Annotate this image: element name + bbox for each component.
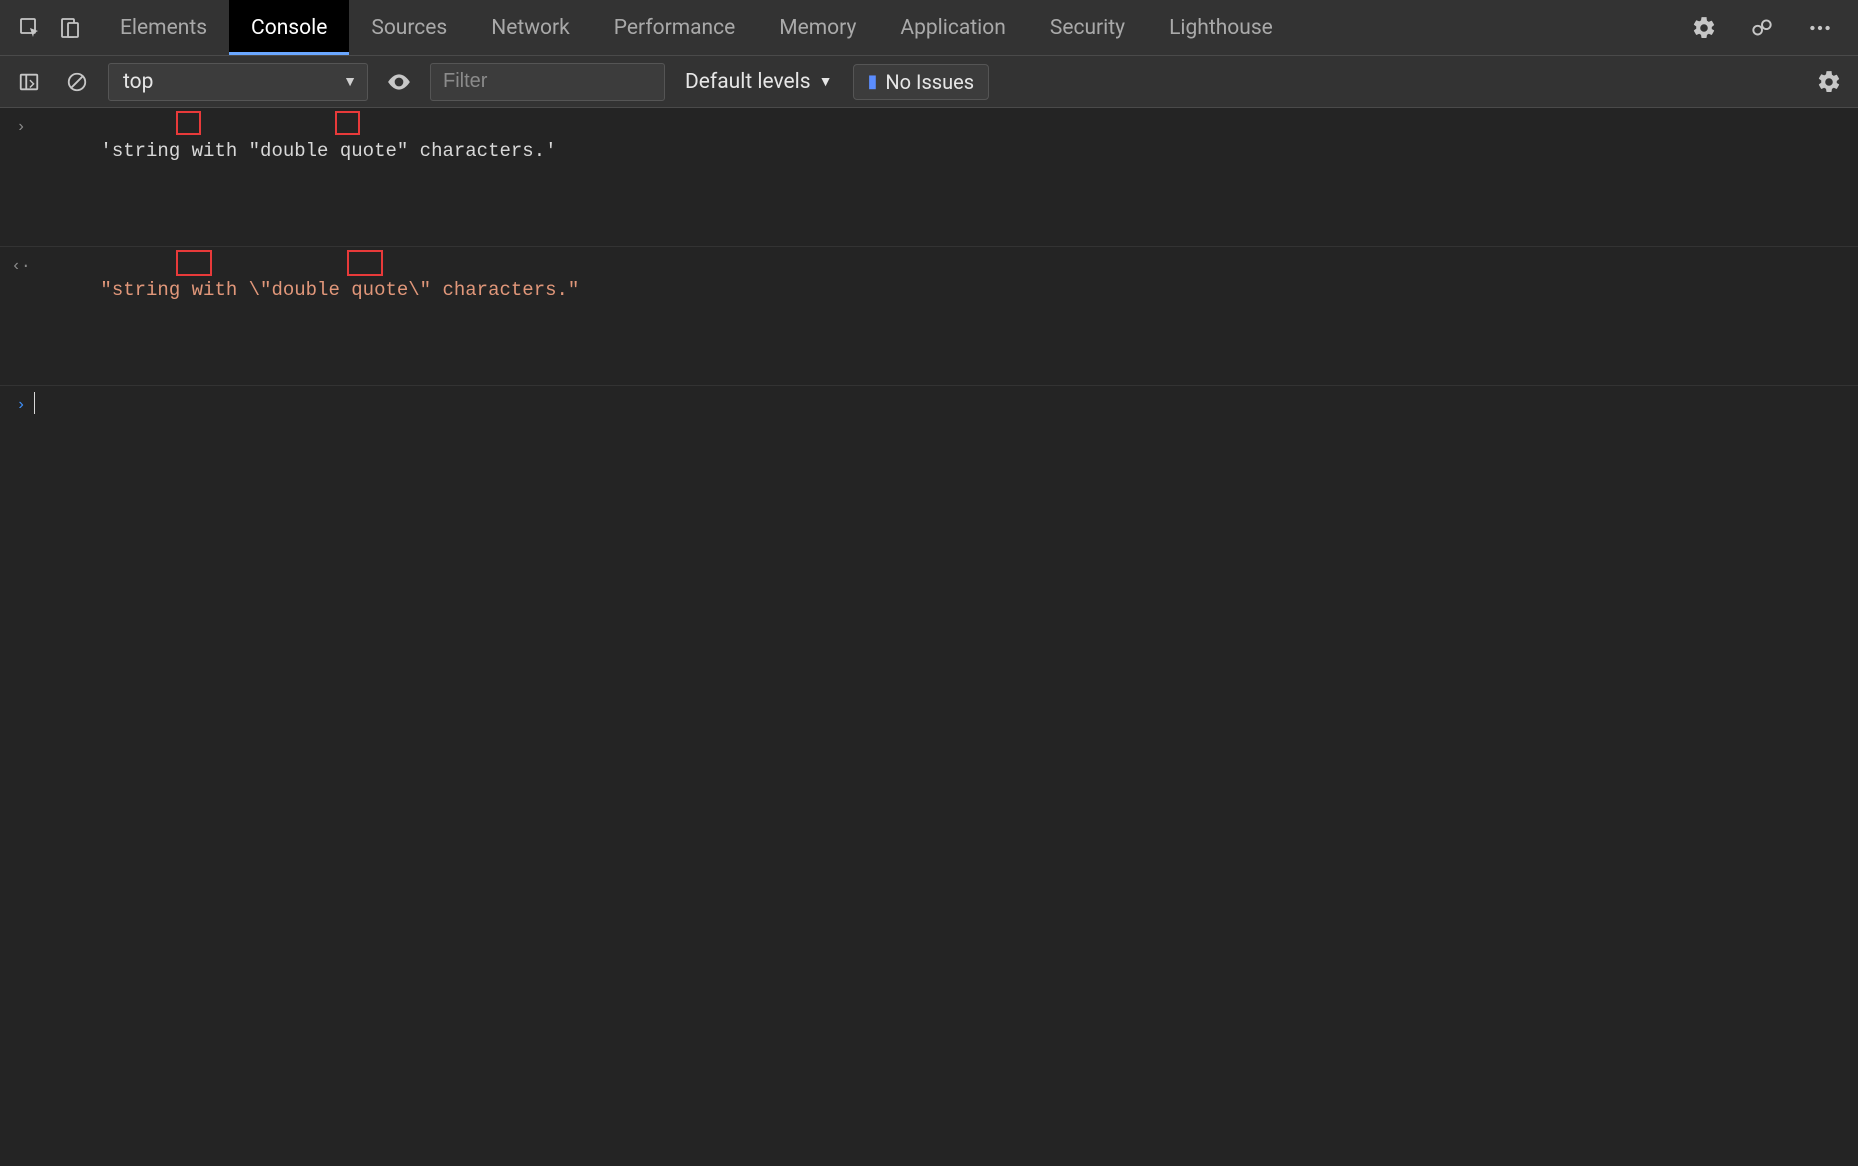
- chevron-down-icon: ▼: [343, 73, 357, 90]
- annotation-box: [335, 111, 360, 135]
- tab-label: Network: [491, 16, 570, 40]
- console-input-text: 'string with "double quote" characters.': [32, 112, 557, 242]
- tab-sources[interactable]: Sources: [349, 0, 469, 55]
- log-levels-dropdown[interactable]: Default levels ▼: [679, 70, 839, 94]
- console-row-input[interactable]: › 'string with "double quote" characters…: [0, 108, 1858, 247]
- annotation-box: [347, 250, 383, 276]
- console-settings-gear-icon[interactable]: [1812, 65, 1846, 99]
- tab-performance[interactable]: Performance: [592, 0, 757, 55]
- tab-label: Console: [251, 16, 327, 40]
- live-expression-eye-icon[interactable]: [382, 65, 416, 99]
- tab-label: Memory: [779, 16, 856, 40]
- tab-label: Performance: [614, 16, 735, 40]
- prompt-chevron-icon: ›: [10, 390, 32, 418]
- filter-input[interactable]: [430, 63, 665, 101]
- tab-label: Application: [900, 16, 1005, 40]
- output-chevron-icon: ‹·: [10, 251, 32, 279]
- tab-memory[interactable]: Memory: [757, 0, 878, 55]
- text-cursor: [34, 392, 35, 414]
- input-chevron-icon: ›: [10, 112, 32, 140]
- customize-icon[interactable]: [1742, 8, 1782, 48]
- log-levels-label: Default levels: [685, 70, 811, 94]
- tabbar-right: [1684, 8, 1848, 48]
- tab-label: Lighthouse: [1169, 16, 1273, 40]
- console-prompt-row[interactable]: ›: [0, 386, 1858, 422]
- settings-gear-icon[interactable]: [1684, 8, 1724, 48]
- console-row-output[interactable]: ‹· "string with \"double quote\" charact…: [0, 247, 1858, 386]
- tab-network[interactable]: Network: [469, 0, 592, 55]
- code-text: 'string with "double quote" characters.': [100, 140, 556, 162]
- more-menu-icon[interactable]: [1800, 8, 1840, 48]
- chevron-down-icon: ▼: [819, 73, 833, 90]
- inspect-element-icon[interactable]: [10, 8, 50, 48]
- console-output-text: "string with \"double quote\" characters…: [32, 251, 579, 381]
- devtools-tabbar: Elements Console Sources Network Perform…: [0, 0, 1858, 56]
- console-prompt-input[interactable]: [32, 390, 35, 416]
- tab-lighthouse[interactable]: Lighthouse: [1147, 0, 1295, 55]
- console-body[interactable]: › 'string with "double quote" characters…: [0, 108, 1858, 422]
- issues-button[interactable]: ▮ No Issues: [853, 64, 990, 100]
- tab-label: Elements: [120, 16, 207, 40]
- issues-chip-icon: ▮: [868, 71, 878, 92]
- clear-console-icon[interactable]: [60, 65, 94, 99]
- toggle-sidebar-icon[interactable]: [12, 65, 46, 99]
- annotation-box: [176, 250, 212, 276]
- tab-label: Sources: [371, 16, 447, 40]
- issues-label: No Issues: [885, 70, 974, 94]
- tab-security[interactable]: Security: [1028, 0, 1147, 55]
- panel-tabs: Elements Console Sources Network Perform…: [98, 0, 1684, 55]
- tab-application[interactable]: Application: [878, 0, 1027, 55]
- device-toggle-icon[interactable]: [50, 8, 90, 48]
- code-text: "string with \"double quote\" characters…: [100, 279, 579, 301]
- tab-label: Security: [1050, 16, 1125, 40]
- context-selector[interactable]: top ▼: [108, 63, 368, 101]
- console-toolbar: top ▼ Default levels ▼ ▮ No Issues: [0, 56, 1858, 108]
- annotation-box: [176, 111, 201, 135]
- tab-elements[interactable]: Elements: [98, 0, 229, 55]
- tab-console[interactable]: Console: [229, 0, 349, 55]
- context-selector-label: top: [123, 70, 153, 94]
